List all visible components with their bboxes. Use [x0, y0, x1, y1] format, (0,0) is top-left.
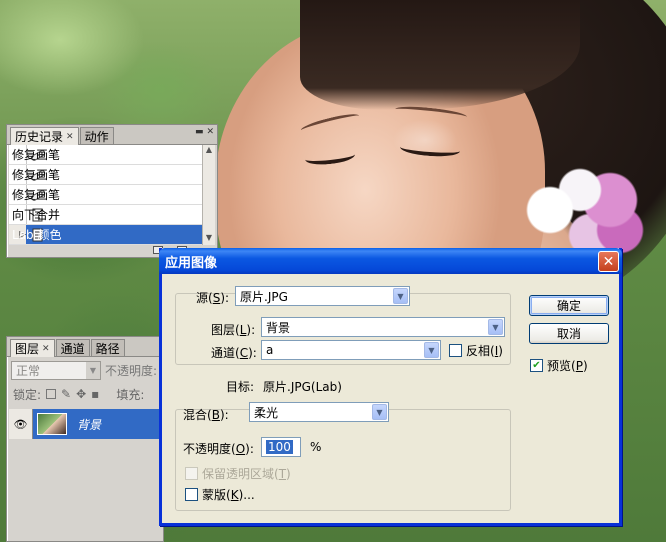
lock-transparency-icon[interactable]	[46, 389, 57, 399]
blending-select[interactable]: 柔光 ▼	[249, 402, 389, 422]
mask-label: 蒙版(K)...	[202, 488, 255, 502]
source-value: 原片.JPG	[240, 289, 288, 304]
blending-value: 柔光	[254, 405, 279, 420]
history-item-label: Lab 颜色	[12, 228, 62, 242]
blending-label: 混合(B):	[183, 408, 229, 422]
tab-actions-label: 动作	[84, 129, 109, 144]
invert-checkbox[interactable]: 反相(I)	[449, 342, 503, 359]
channel-select[interactable]: a ▼	[261, 340, 441, 360]
photo-flower	[520, 150, 650, 260]
mask-checkbox[interactable]: 蒙版(K)...	[185, 486, 255, 503]
history-item-label: 向下合并	[12, 208, 61, 222]
tab-paths[interactable]: 路径	[90, 339, 125, 356]
opacity-value: 100	[266, 440, 293, 454]
history-item-label: 修复画笔	[12, 148, 61, 162]
target-value: 原片.JPG(Lab)	[263, 380, 342, 394]
layer-thumbnail	[37, 413, 67, 435]
preview-checkbox[interactable]: ✔ 预览(P)	[530, 357, 588, 374]
chevron-down-icon: ▼	[86, 361, 100, 379]
preserve-transparency-checkbox[interactable]: 保留透明区域(T)	[185, 465, 291, 482]
layer-select[interactable]: 背景 ▼	[261, 317, 505, 337]
tab-channels-label: 通道	[60, 341, 85, 356]
layer-label: 图层(L):	[211, 323, 256, 337]
close-icon[interactable]: ✕	[206, 127, 214, 137]
history-tabbar: 历史记录 ✕ 动作 ▬ ✕	[7, 125, 217, 145]
target-label: 目标:	[226, 380, 255, 394]
lock-label: 锁定:	[13, 387, 42, 402]
history-item-selected[interactable]: ▷ Lab 颜色	[9, 225, 206, 245]
opacity-label: 不透明度(O):	[183, 442, 254, 456]
tab-channels[interactable]: 通道	[55, 339, 90, 356]
dialog-titlebar[interactable]: 应用图像 ✕	[159, 248, 622, 274]
dialog-title: 应用图像	[165, 255, 218, 271]
tab-layers[interactable]: 图层 ✕	[10, 339, 55, 357]
history-item[interactable]: 修复画笔	[9, 165, 206, 185]
preview-checkbox-box[interactable]: ✔	[530, 359, 543, 372]
source-label: 源(S):	[196, 291, 230, 305]
chevron-down-icon: ▼	[372, 404, 387, 420]
source-select[interactable]: 原片.JPG ▼	[235, 286, 410, 306]
lock-paint-icon[interactable]: ✎	[61, 387, 71, 401]
preserve-transparency-box[interactable]	[185, 467, 198, 480]
close-icon[interactable]: ✕	[66, 132, 74, 142]
layer-name: 背景	[77, 417, 102, 432]
apply-image-dialog: 应用图像 ✕ 源(S): 原片.JPG ▼ 图层(L): 背景 ▼ 通道(C):…	[159, 248, 622, 526]
history-item[interactable]: 修复画笔	[9, 185, 206, 205]
chevron-down-icon: ▼	[393, 288, 408, 304]
close-icon[interactable]: ✕	[42, 344, 50, 354]
tab-paths-label: 路径	[95, 341, 120, 356]
history-scrollbar[interactable]: ▲ ▼	[202, 145, 215, 245]
tab-history[interactable]: 历史记录 ✕	[10, 127, 79, 145]
scroll-up-icon[interactable]: ▲	[203, 145, 215, 157]
minimize-icon[interactable]: ▬	[195, 127, 204, 137]
invert-label: 反相(I)	[466, 344, 503, 358]
history-item[interactable]: 修复画笔	[9, 145, 206, 165]
layer-value: 背景	[266, 320, 291, 335]
history-item[interactable]: 向下合并	[9, 205, 206, 225]
history-palette: 历史记录 ✕ 动作 ▬ ✕ 修复画笔 修复画笔 修复画笔 向下合并 ▷ Lab …	[6, 124, 218, 258]
tab-history-label: 历史记录	[15, 130, 64, 144]
preserve-transparency-label: 保留透明区域(T)	[202, 467, 291, 481]
lock-move-icon[interactable]: ✥	[76, 387, 86, 401]
history-item-label: 修复画笔	[12, 188, 61, 202]
history-list: 修复画笔 修复画笔 修复画笔 向下合并 ▷ Lab 颜色	[9, 145, 206, 245]
fill-label: 填充:	[116, 387, 145, 402]
ok-button[interactable]: 确定	[529, 295, 609, 316]
chevron-down-icon: ▼	[488, 319, 503, 335]
opacity-label: 不透明度:	[105, 363, 158, 378]
layers-palette: 图层 ✕ 通道 路径 正常 ▼ 不透明度: 锁定: ✎ ✥ ▪ 填充: 👁 背景	[6, 336, 164, 542]
channel-value: a	[266, 343, 274, 357]
layers-tabbar: 图层 ✕ 通道 路径	[7, 337, 163, 357]
invert-checkbox-box[interactable]	[449, 344, 462, 357]
channel-label: 通道(C):	[211, 346, 257, 360]
preview-label: 预览(P)	[547, 359, 588, 373]
blend-mode-value: 正常	[16, 363, 41, 378]
eye-icon[interactable]: 👁	[9, 409, 33, 439]
layer-controls: 正常 ▼ 不透明度:	[7, 357, 163, 383]
close-button[interactable]: ✕	[598, 251, 619, 272]
chevron-down-icon: ▼	[424, 342, 439, 358]
lock-row: 锁定: ✎ ✥ ▪ 填充:	[7, 383, 163, 405]
opacity-input[interactable]: 100	[261, 437, 301, 457]
blend-mode-select[interactable]: 正常 ▼	[11, 360, 101, 380]
history-item-label: 修复画笔	[12, 168, 61, 182]
tab-actions[interactable]: 动作	[79, 127, 114, 144]
lock-all-icon[interactable]: ▪	[91, 387, 99, 401]
tab-layers-label: 图层	[15, 342, 40, 356]
mask-checkbox-box[interactable]	[185, 488, 198, 501]
cancel-button[interactable]: 取消	[529, 323, 609, 344]
opacity-unit: %	[310, 440, 322, 454]
layer-row[interactable]: 👁 背景	[9, 409, 161, 439]
